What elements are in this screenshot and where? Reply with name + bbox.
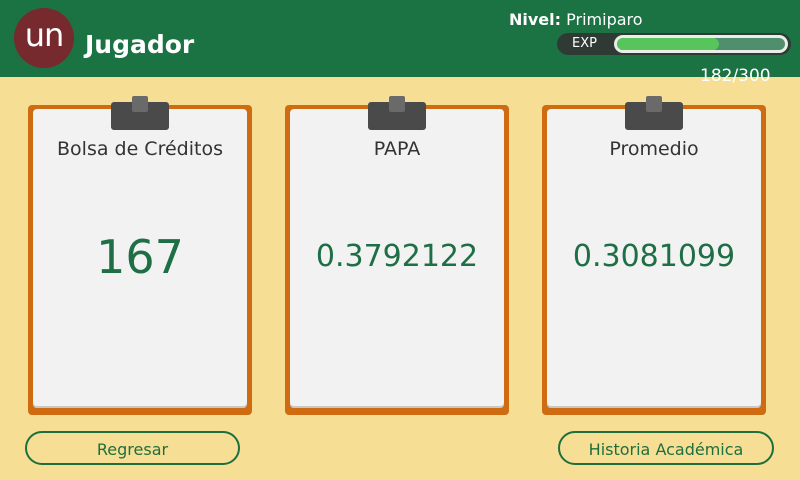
page-title: Jugador <box>85 30 195 59</box>
clipboard-clip-icon <box>111 96 169 130</box>
card-credits: Bolsa de Créditos 167 <box>28 96 252 415</box>
clipboard-paper: Bolsa de Créditos 167 <box>33 109 247 408</box>
clipboard-paper: PAPA 0.3792122 <box>290 109 504 408</box>
exp-bar <box>614 35 788 53</box>
clipboard-paper: Promedio 0.3081099 <box>547 109 761 408</box>
level-label: Nivel: <box>509 10 562 29</box>
card-value: 167 <box>96 230 184 284</box>
card-value: 0.3081099 <box>572 239 736 274</box>
header-bar: un Jugador Nivel: Primiparo EXP <box>0 0 800 77</box>
exp-fill <box>617 38 719 50</box>
academic-history-button[interactable]: Historia Académica <box>558 431 774 465</box>
card-label: Promedio <box>609 138 699 160</box>
level-value: Primiparo <box>566 10 643 29</box>
card-label: PAPA <box>373 138 421 160</box>
exp-label: EXP <box>572 36 597 51</box>
card-papa: PAPA 0.3792122 <box>285 96 509 415</box>
clipboard-clip-icon <box>368 96 426 130</box>
card-label: Bolsa de Créditos <box>57 138 223 160</box>
card-promedio: Promedio 0.3081099 <box>542 96 766 415</box>
exp-meter: EXP <box>557 33 791 55</box>
card-value: 0.3792122 <box>315 239 479 274</box>
level-display: Nivel: Primiparo <box>509 10 643 29</box>
exp-count: 182/300 <box>700 66 771 86</box>
logo-text: un <box>24 16 65 54</box>
un-logo: un <box>14 8 74 68</box>
exp-track <box>617 38 785 50</box>
back-button[interactable]: Regresar <box>25 431 240 465</box>
clipboard-clip-icon <box>625 96 683 130</box>
